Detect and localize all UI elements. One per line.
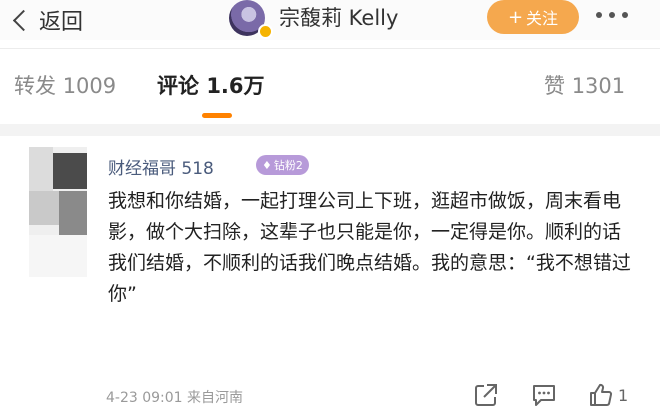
more-dot <box>622 12 628 18</box>
fan-badge[interactable]: ♦ 钻粉2 <box>256 155 309 175</box>
share-button[interactable] <box>473 379 499 411</box>
username[interactable]: 宗馥莉 Kelly <box>279 0 398 36</box>
back-label: 返回 <box>39 10 84 35</box>
top-nav-bar: 返回 宗馥莉 Kelly + 关注 <box>0 0 660 40</box>
comment-meta: 4-23 09:01 来自河南 <box>106 387 243 407</box>
tab-repost[interactable]: 转发 1009 <box>14 70 116 100</box>
active-tab-indicator <box>202 113 232 118</box>
comment-text: 我想和你结婚，一起打理公司上下班，逛超市做饭，周末看电影，做个大扫除，这辈子也只… <box>108 190 631 305</box>
tab-repost-count: 1009 <box>62 74 117 98</box>
comment-time: 4-23 09:01 <box>106 390 183 406</box>
tab-comments-count: 1.6万 <box>206 74 265 98</box>
tab-repost-label: 转发 <box>14 74 56 98</box>
tab-likes-label: 赞 <box>544 74 565 98</box>
section-divider <box>0 124 660 136</box>
reply-button[interactable] <box>531 379 557 411</box>
like-icon <box>590 383 613 406</box>
comment-author[interactable]: 财经福哥 518 <box>108 154 214 179</box>
like-count: 1 <box>618 385 629 405</box>
commenter-avatar[interactable] <box>29 147 87 277</box>
tab-comments-label: 评论 <box>157 74 199 98</box>
like-button[interactable]: 1 <box>588 379 628 411</box>
more-dot <box>596 12 602 18</box>
plus-icon: + <box>507 6 524 28</box>
follow-button[interactable]: + 关注 <box>487 0 579 34</box>
more-icon[interactable] <box>596 12 628 18</box>
reply-icon <box>533 385 555 406</box>
diamond-icon: ♦ <box>262 158 272 172</box>
divider <box>0 48 660 49</box>
back-button[interactable]: 返回 <box>12 0 83 40</box>
comment-location: 来自河南 <box>187 390 244 406</box>
verified-badge-icon <box>258 24 273 39</box>
back-icon <box>12 9 35 31</box>
fan-badge-label: 钻粉2 <box>273 159 303 172</box>
tab-likes[interactable]: 赞 1301 <box>544 70 625 100</box>
tab-comments[interactable]: 评论 1.6万 <box>157 70 265 100</box>
more-dot <box>609 12 615 18</box>
follow-label: 关注 <box>526 9 559 28</box>
share-icon <box>475 384 497 406</box>
tab-likes-count: 1301 <box>571 74 626 98</box>
